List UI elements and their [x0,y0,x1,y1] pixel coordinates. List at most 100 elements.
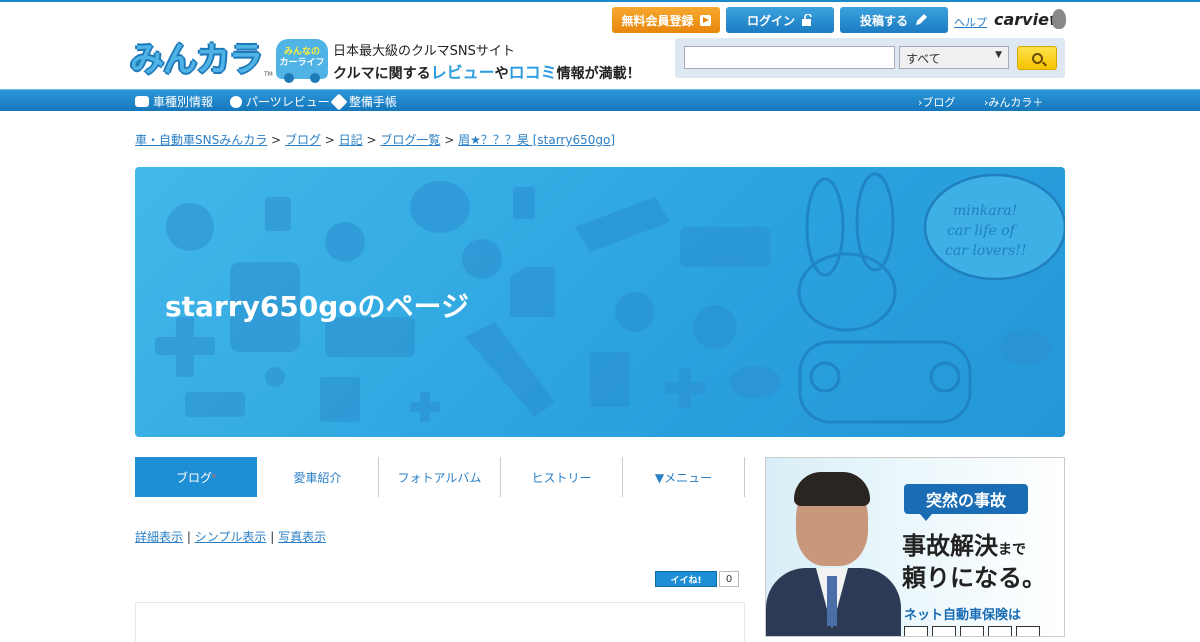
carlife-line2: カーライフ [279,58,325,68]
tab-new-mark: * [212,472,216,482]
plus-icon [420,392,430,422]
search-category-value: すべて [906,52,941,66]
logo-text: みんカラ [130,40,263,80]
ad-headline-1: 事故解決まで [902,526,1026,561]
login-button[interactable]: ログイン [726,7,834,33]
like-count: 0 [719,571,739,587]
search-icon [1031,52,1043,64]
logo-tm: TM [264,71,273,78]
login-label: ログイン [746,13,795,28]
like-label: イイね! [670,575,702,586]
breadcrumb-item[interactable]: 眉★？？？昊 [starry650go] [458,133,615,147]
tagline-part: クルマに関する [333,66,431,82]
global-nav: 車種別情報 パーツレビュー 整備手帳 ›ブログ ›みんカラ＋ [0,89,1200,111]
carlife-line1: みんなの [283,47,320,57]
bubble-text: minkara! [953,203,1017,219]
view-link-separator: | [270,530,275,544]
search-box: すべて ▼ [675,38,1065,78]
tab-label: ブログ [175,470,212,485]
page-title: starry650goのページ [165,290,469,323]
ad-box [932,626,956,636]
nav-label: 車種別情報 [153,95,214,109]
phone-icon [265,197,291,231]
breadcrumb-separator: > [366,133,377,147]
bubble-text: car life of [947,223,1018,239]
breadcrumb-item[interactable]: ブログ [285,133,321,147]
nav-label: パーツレビュー [246,95,330,109]
help-link[interactable]: ヘルプ [954,14,987,30]
nav-car-info[interactable]: 車種別情報 [135,93,213,110]
speech-bubble-icon: minkara! car life of car lovers!! [923,173,1065,281]
breadcrumb-separator: > [271,133,282,147]
ad-badge: 突然の事故 [904,484,1028,521]
tagline-highlight-review: レビュー [430,63,495,82]
ad-box [1016,626,1040,636]
profile-banner: minkara! car life of car lovers!! starry… [135,167,1065,437]
car-icon [325,222,365,262]
minkara-logo[interactable]: みんカラ TM [130,40,273,80]
blog-post-card [135,602,745,642]
thumbs-up-icon [510,267,555,317]
post-button[interactable]: 投稿する [840,7,948,33]
view-detail-link[interactable]: 詳細表示 [135,530,183,544]
carlife-logo: みんなの カーライフ [276,39,328,83]
view-photo-link[interactable]: 写真表示 [278,530,326,544]
wrench-icon [465,322,555,417]
search-input[interactable] [684,46,895,69]
ad-box [904,626,928,636]
plus-icon [679,368,691,408]
tab-blog[interactable]: ブログ * [135,457,257,497]
breadcrumb-separator: > [324,133,335,147]
like-widget: イイね! 0 [655,571,739,587]
tab-menu[interactable]: ▼メニュー [623,457,745,497]
plus-icon [176,317,194,377]
bubble-text: car lovers!! [945,243,1027,259]
search-button[interactable] [1017,46,1057,70]
breadcrumb-item[interactable]: 車・自動車SNSみんカラ [135,133,267,147]
tagline-highlight-kuchikomi: ロコミ [508,63,557,82]
nav-blog-link[interactable]: ›ブログ [918,94,955,110]
document-icon [590,352,630,407]
tagline-secondary: クルマに関するレビューやロコミ情報が満載！ [333,59,641,83]
tab-photo-album[interactable]: フォトアルバム [379,457,501,497]
nav-parts-review[interactable]: パーツレビュー [230,93,330,110]
like-button[interactable]: イイね! [655,571,717,587]
search-category-select[interactable]: すべて ▼ [899,46,1009,69]
nav-label: 整備手帳 [349,95,398,109]
pencil-icon [916,14,927,25]
ad-headline-part: まで [998,542,1026,558]
insurance-ad[interactable]: 突然の事故 事故解決まで 頼りになる。 ネット自動車保険は [765,457,1065,637]
breadcrumb-separator: > [444,133,455,147]
ad-boxes [904,626,1040,636]
breadcrumb-item[interactable]: 日記 [339,133,363,147]
tab-label: 愛車紹介 [293,470,342,485]
lock-icon [802,14,812,26]
pencil-icon [575,197,670,252]
register-button[interactable]: 無料会員登録 [612,7,720,33]
dropdown-arrow-icon: ▼ [995,50,1002,60]
view-link-separator: | [186,530,191,544]
cloud-icon [999,329,1051,365]
ad-subline: ネット自動車保険は [904,608,1022,623]
nav-maintenance[interactable]: 整備手帳 [330,93,398,110]
ad-headline-2: 頼りになる。 [902,564,1046,592]
ad-box [988,626,1012,636]
steering-wheel-icon [166,203,214,251]
document-icon [320,377,360,422]
speech-bubble-icon [410,181,470,233]
chat-bubble-icon [615,292,655,332]
carview-logo-mark-icon [1052,9,1066,29]
breadcrumb-item[interactable]: ブログ一覧 [380,133,440,147]
post-label: 投稿する [859,13,908,28]
gear-icon [230,95,242,108]
view-simple-link[interactable]: シンプル表示 [195,530,267,544]
wrench-icon [330,93,348,110]
steering-wheel-icon [462,239,502,279]
nav-minkara-plus-link[interactable]: ›みんカラ＋ [984,94,1043,110]
view-mode-links: 詳細表示 | シンプル表示 | 写真表示 [135,528,326,545]
ad-spokesperson-image [766,468,901,636]
car-icon [135,96,149,107]
tab-label: ヒストリー [531,470,592,485]
tab-history[interactable]: ヒストリー [501,457,623,497]
tab-car-profile[interactable]: 愛車紹介 [257,457,379,497]
